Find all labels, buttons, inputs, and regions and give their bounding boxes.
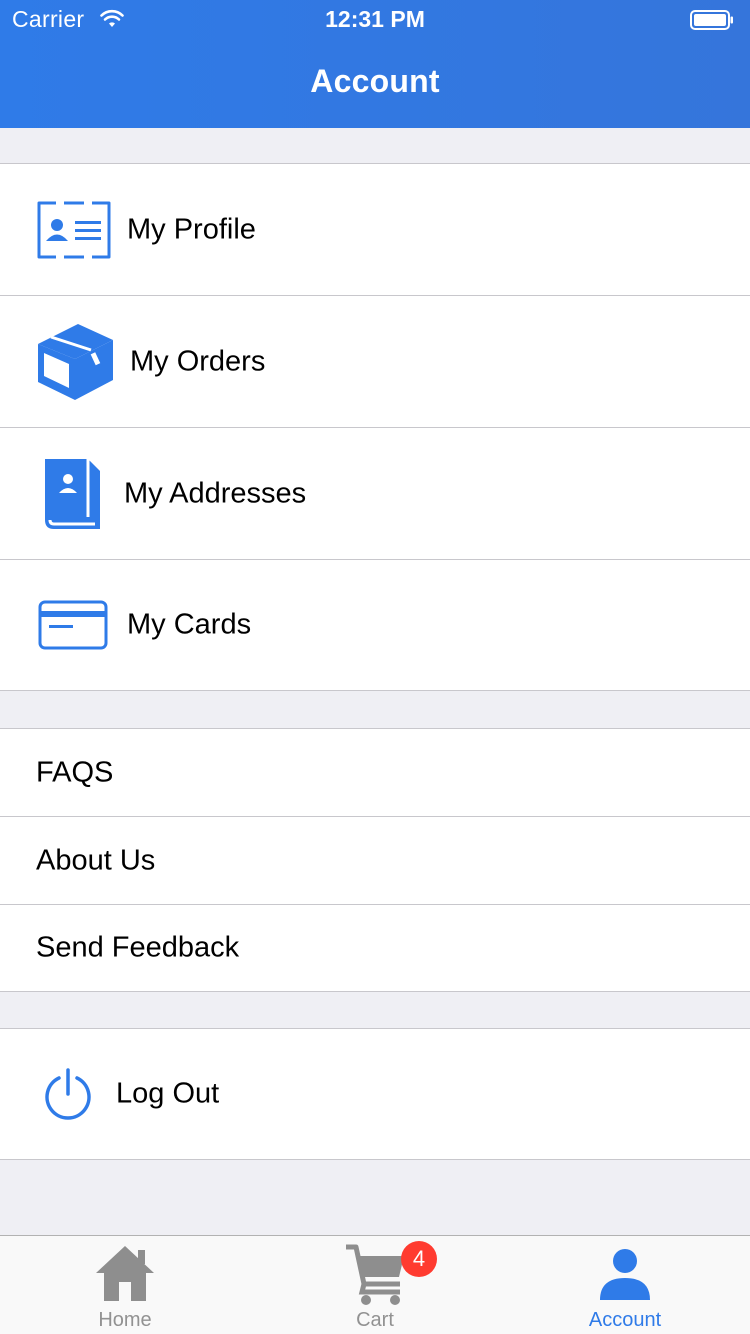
power-icon: [45, 1068, 91, 1120]
person-icon: [600, 1249, 650, 1300]
tab-cart[interactable]: 4 Cart: [250, 1236, 500, 1334]
profile-card-icon: [37, 200, 111, 259]
menu-item-label: My Orders: [130, 345, 266, 377]
cart-icon: [346, 1244, 404, 1305]
status-bar: Carrier 12:31 PM: [0, 0, 750, 40]
home-icon: [96, 1246, 154, 1301]
menu-item-faqs[interactable]: FAQS: [0, 729, 750, 816]
menu-item-my-cards[interactable]: My Cards: [0, 559, 750, 690]
tab-home[interactable]: Home: [0, 1236, 250, 1334]
menu-item-label: My Addresses: [124, 477, 307, 509]
box-icon: [38, 323, 113, 400]
credit-card-icon: [38, 600, 108, 650]
logout-section: Log Out: [0, 1028, 750, 1160]
address-book-icon: [45, 458, 100, 529]
account-menu: My Profile My Orders My Addresses My Car…: [0, 163, 750, 691]
menu-item-my-orders[interactable]: My Orders: [0, 295, 750, 427]
menu-item-label: Send Feedback: [36, 931, 240, 964]
cart-badge: 4: [401, 1241, 437, 1277]
account-screen: Carrier 12:31 PM Account My Profile My O…: [0, 0, 750, 1334]
menu-item-label: FAQS: [36, 756, 114, 788]
tab-label: Cart: [356, 1309, 394, 1331]
menu-item-my-addresses[interactable]: My Addresses: [0, 427, 750, 559]
logout-label: Log Out: [116, 1077, 220, 1110]
tab-label: Account: [588, 1309, 662, 1331]
menu-item-send-feedback[interactable]: Send Feedback: [0, 904, 750, 991]
menu-item-label: My Profile: [127, 213, 256, 245]
menu-item-label: About Us: [36, 844, 156, 876]
menu-item-about-us[interactable]: About Us: [0, 816, 750, 904]
tab-label: Home: [98, 1309, 152, 1331]
top-bar: Carrier 12:31 PM Account: [0, 0, 750, 128]
battery-icon: [690, 10, 733, 30]
page-title: Account: [310, 63, 440, 99]
menu-item-label: My Cards: [127, 608, 252, 641]
clock: 12:31 PM: [325, 6, 425, 32]
tab-bar: Home 4 Cart Account: [0, 1235, 750, 1334]
menu-item-my-profile[interactable]: My Profile: [0, 164, 750, 295]
info-menu: FAQS About Us Send Feedback: [0, 728, 750, 992]
tab-account[interactable]: Account: [500, 1236, 750, 1334]
logout-button[interactable]: Log Out: [0, 1029, 750, 1159]
